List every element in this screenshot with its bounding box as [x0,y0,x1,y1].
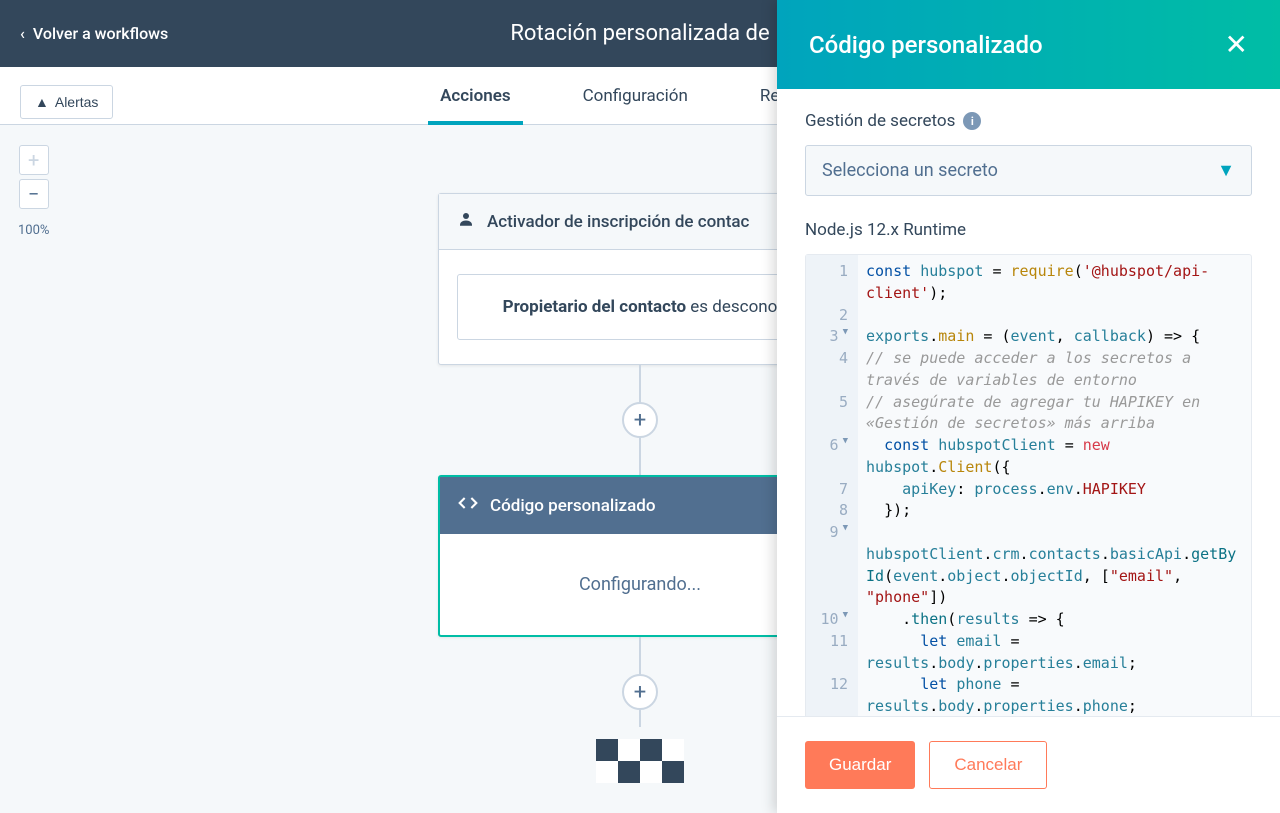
code-icon [458,493,478,518]
chevron-down-icon: ▼ [1217,160,1235,181]
condition-value: es descono [686,297,777,317]
select-placeholder: Selecciona un secreto [822,160,998,181]
page-title: Rotación personalizada de [510,21,769,46]
connector [639,437,641,475]
trigger-condition[interactable]: Propietario del contacto es descono [457,274,823,340]
runtime-label: Node.js 12.x Runtime [805,220,1252,240]
tab-actions[interactable]: Acciones [428,67,523,124]
close-icon[interactable]: ✕ [1225,28,1248,61]
cancel-button[interactable]: Cancelar [929,741,1047,789]
panel-title: Código personalizado [809,31,1043,59]
side-panel: Código personalizado ✕ Gestión de secret… [777,0,1280,813]
panel-body: Gestión de secretos i Selecciona un secr… [777,89,1280,716]
alerts-button[interactable]: ▲ Alertas [20,85,113,119]
finish-flag-icon [596,739,684,783]
person-icon [457,210,475,233]
add-action-button[interactable]: + [622,674,658,710]
secrets-label: Gestión de secretos i [805,111,1252,131]
back-label: Volver a workflows [33,24,168,43]
connector [639,709,641,727]
connector [639,365,641,403]
save-button[interactable]: Guardar [805,741,915,789]
info-icon[interactable]: i [963,112,981,130]
panel-header: Código personalizado ✕ [777,0,1280,89]
zoom-controls: + − 100% [18,145,49,238]
code-editor[interactable]: 1const hubspot = require('@hubspot/api-c… [805,254,1252,716]
zoom-in-button[interactable]: + [19,145,49,175]
tab-config[interactable]: Configuración [571,67,700,124]
alerts-label: Alertas [55,94,99,110]
custom-code-card-title: Código personalizado [490,496,655,516]
secrets-label-text: Gestión de secretos [805,111,955,131]
connector [639,637,641,675]
zoom-level: 100% [18,223,49,238]
alert-icon: ▲ [35,94,49,110]
panel-footer: Guardar Cancelar [777,716,1280,813]
secrets-select[interactable]: Selecciona un secreto ▼ [805,145,1252,196]
zoom-out-button[interactable]: − [19,179,49,209]
trigger-card-title: Activador de inscripción de contac [487,212,749,232]
chevron-left-icon: ‹ [20,24,25,43]
back-link[interactable]: ‹ Volver a workflows [20,24,168,43]
condition-field: Propietario del contacto [503,297,686,317]
add-action-button[interactable]: + [622,402,658,438]
